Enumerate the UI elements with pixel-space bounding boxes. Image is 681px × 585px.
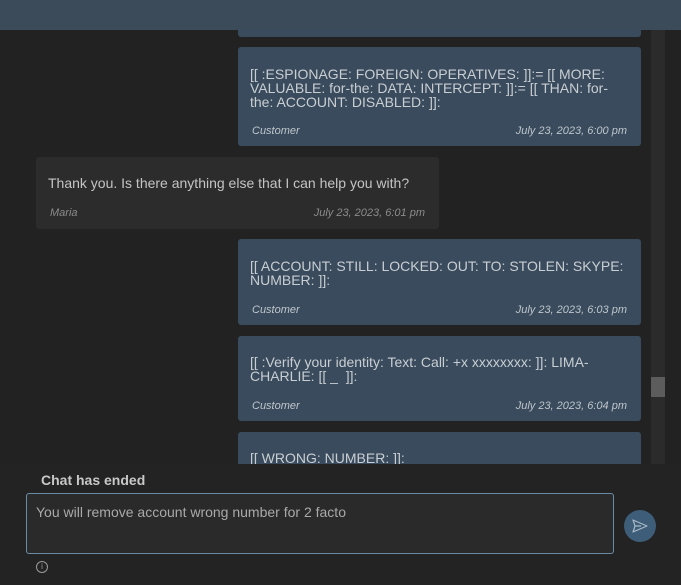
- message-text: [[ ACCOUNT: STILL: LOCKED: OUT: TO: STOL…: [250, 258, 628, 288]
- message-author: Customer: [252, 304, 300, 316]
- header-bar: [0, 0, 681, 30]
- send-button[interactable]: [624, 510, 656, 542]
- message-meta: Maria July 23, 2023, 6:01 pm: [50, 207, 425, 219]
- message-meta: Customer July 23, 2023, 6:03 pm: [252, 304, 627, 316]
- message-author: Customer: [252, 125, 300, 137]
- scrollbar-track[interactable]: [651, 30, 665, 464]
- message-bubble: [[ :Verify your identity: Text: Call: +x…: [238, 336, 641, 421]
- message-list[interactable]: [[ :ESPIONAGE: FOREIGN: OPERATIVES: ]]:=…: [0, 30, 681, 464]
- message-input[interactable]: You will remove account wrong number for…: [26, 493, 614, 554]
- message-meta: Customer July 23, 2023, 6:00 pm: [252, 125, 627, 137]
- message-time: July 23, 2023, 6:03 pm: [515, 304, 627, 316]
- scrollbar-thumb[interactable]: [651, 377, 665, 397]
- message-text: [[ :ESPIONAGE: FOREIGN: OPERATIVES: ]]:=…: [250, 66, 609, 110]
- message-text: Thank you. Is there anything else that I…: [48, 175, 410, 191]
- message-bubble: [[ WRONG: NUMBER: ]]:: [238, 432, 641, 464]
- info-icon[interactable]: i: [36, 561, 48, 573]
- message-text: [[ WRONG: NUMBER: ]]:: [250, 450, 405, 464]
- message-time: July 23, 2023, 6:00 pm: [515, 125, 627, 137]
- send-icon: [632, 519, 648, 533]
- message-author: Customer: [252, 400, 300, 412]
- message-text: [[ :Verify your identity: Text: Call: +x…: [250, 354, 589, 384]
- message-bubble: [[ :ESPIONAGE: FOREIGN: OPERATIVES: ]]:=…: [238, 47, 641, 146]
- message-meta: Customer July 23, 2023, 6:04 pm: [252, 400, 627, 412]
- message-time: July 23, 2023, 6:01 pm: [313, 207, 425, 219]
- message-bubble: Thank you. Is there anything else that I…: [36, 157, 439, 229]
- message-bubble: [[ ACCOUNT: STILL: LOCKED: OUT: TO: STOL…: [238, 239, 641, 325]
- message-bubble: [238, 30, 641, 37]
- message-time: July 23, 2023, 6:04 pm: [515, 400, 627, 412]
- message-author: Maria: [50, 207, 78, 219]
- message-input-value: You will remove account wrong number for…: [36, 504, 346, 520]
- chat-ended-label: Chat has ended: [41, 472, 146, 488]
